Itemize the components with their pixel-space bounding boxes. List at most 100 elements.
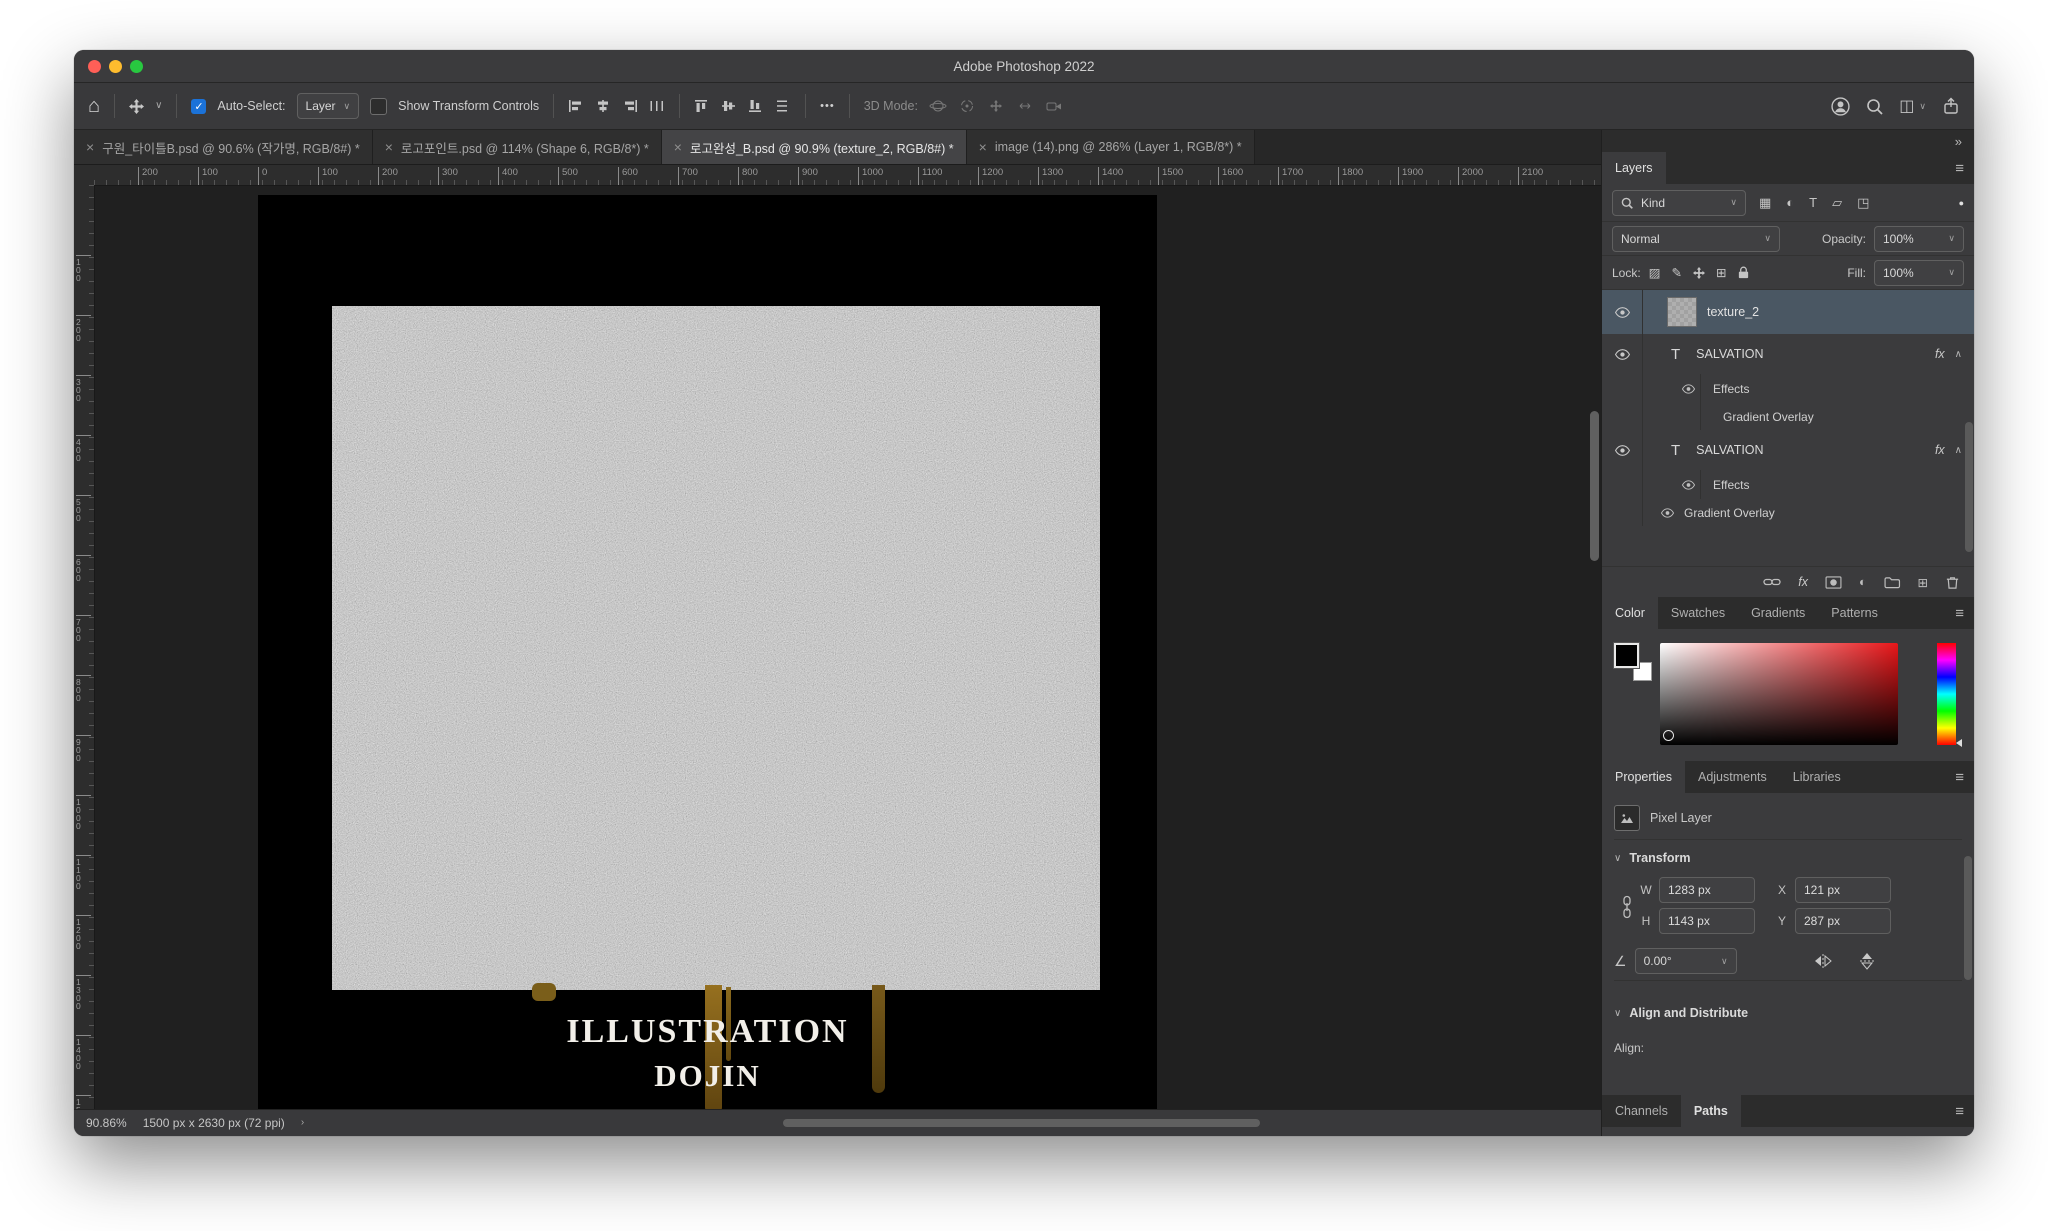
- canvas-vertical-scrollbar[interactable]: [1587, 185, 1601, 1109]
- auto-select-dropdown[interactable]: Layer ∨: [297, 93, 360, 119]
- minimize-window-button[interactable]: [109, 60, 122, 73]
- layer-row-salvation-1[interactable]: T SALVATION fx ∧: [1602, 334, 1974, 374]
- close-tab-icon[interactable]: ×: [86, 140, 94, 154]
- effect-visibility-icon[interactable]: [1661, 508, 1674, 518]
- tab-channels[interactable]: Channels: [1602, 1095, 1681, 1127]
- lock-position-icon[interactable]: [1693, 267, 1705, 279]
- filter-type-layers-icon[interactable]: T: [1809, 195, 1817, 210]
- lock-transparency-icon[interactable]: ▨: [1649, 265, 1661, 280]
- 3d-pan-icon[interactable]: [987, 99, 1005, 113]
- canvas-document[interactable]: ILLUSTRATION DOJIN: [258, 195, 1157, 1109]
- distribute-horizontal-icon[interactable]: [649, 99, 665, 113]
- color-picker-marker[interactable]: [1663, 730, 1674, 741]
- filter-pixel-layers-icon[interactable]: ▦: [1759, 195, 1771, 211]
- opacity-dropdown[interactable]: 100% ∨: [1874, 226, 1964, 252]
- 3d-camera-icon[interactable]: [1045, 99, 1063, 113]
- layer-fx-badge[interactable]: fx: [1935, 443, 1945, 457]
- align-bottom-edges-icon[interactable]: [748, 99, 764, 113]
- document-tab-active[interactable]: × 로고완성_B.psd @ 90.9% (texture_2, RGB/8#)…: [662, 130, 967, 164]
- more-align-options-button[interactable]: •••: [820, 100, 835, 112]
- layer-fx-badge[interactable]: fx: [1935, 347, 1945, 361]
- align-horizontal-centers-icon[interactable]: [595, 99, 611, 113]
- layer-mask-icon[interactable]: [1825, 576, 1842, 589]
- fill-dropdown[interactable]: 100% ∨: [1874, 260, 1964, 286]
- layer-name[interactable]: SALVATION: [1696, 443, 1763, 457]
- filter-shape-layers-icon[interactable]: ▱: [1832, 195, 1842, 211]
- share-icon[interactable]: [1942, 97, 1960, 115]
- effects-label[interactable]: Effects: [1713, 478, 1749, 492]
- color-panel-menu-icon[interactable]: ≡: [1955, 605, 1974, 622]
- tab-paths[interactable]: Paths: [1681, 1095, 1741, 1127]
- align-top-edges-icon[interactable]: [694, 99, 710, 113]
- visibility-cell[interactable]: [1602, 334, 1643, 374]
- document-tab[interactable]: × image (14).png @ 286% (Layer 1, RGB/8*…: [967, 130, 1255, 164]
- width-field[interactable]: 1283 px: [1659, 877, 1755, 903]
- layer-name[interactable]: texture_2: [1707, 305, 1759, 319]
- layer-row-texture-2[interactable]: texture_2: [1602, 290, 1974, 334]
- new-layer-icon[interactable]: ⊞: [1918, 575, 1928, 590]
- collapse-effects-icon[interactable]: ∧: [1955, 445, 1962, 456]
- align-right-edges-icon[interactable]: [622, 99, 638, 113]
- zoom-level[interactable]: 90.86%: [86, 1116, 127, 1130]
- hue-slider-marker[interactable]: [1956, 739, 1962, 747]
- collapse-panels-icon[interactable]: »: [1955, 134, 1962, 149]
- x-field[interactable]: 121 px: [1795, 877, 1891, 903]
- show-transform-checkbox[interactable]: [370, 98, 387, 115]
- tab-properties[interactable]: Properties: [1602, 761, 1685, 793]
- layer-row-effects-1[interactable]: Effects: [1602, 374, 1974, 403]
- properties-scrollbar-thumb[interactable]: [1964, 856, 1972, 980]
- align-vertical-centers-icon[interactable]: [721, 99, 737, 113]
- tab-gradients[interactable]: Gradients: [1738, 597, 1818, 629]
- adjustment-layer-icon[interactable]: ◐: [1859, 575, 1867, 589]
- workspace-chevron-icon[interactable]: ∨: [1919, 102, 1926, 111]
- tab-adjustments[interactable]: Adjustments: [1685, 761, 1780, 793]
- distribute-vertical-icon[interactable]: [775, 99, 791, 113]
- effects-visibility-cell[interactable]: [1643, 470, 1701, 499]
- layer-row-salvation-2[interactable]: T SALVATION fx ∧: [1602, 430, 1974, 470]
- layers-panel-menu-icon[interactable]: ≡: [1955, 160, 1974, 177]
- hue-slider[interactable]: [1937, 643, 1956, 745]
- align-left-edges-icon[interactable]: [568, 99, 584, 113]
- move-tool-chevron-icon[interactable]: ∨: [155, 101, 162, 111]
- horizontal-scrollbar-thumb[interactable]: [783, 1119, 1260, 1127]
- gradient-overlay-label[interactable]: Gradient Overlay: [1723, 410, 1814, 424]
- status-chevron-icon[interactable]: ›: [301, 1118, 304, 1128]
- canvas-viewport[interactable]: ILLUSTRATION DOJIN: [94, 185, 1601, 1109]
- tab-layers[interactable]: Layers: [1602, 152, 1666, 184]
- transform-section-header[interactable]: ∨ Transform: [1614, 840, 1962, 876]
- document-tab[interactable]: × 로고포인트.psd @ 114% (Shape 6, RGB/8*) *: [373, 130, 662, 164]
- delete-layer-icon[interactable]: [1945, 575, 1960, 590]
- layer-row-effects-2[interactable]: Effects: [1602, 470, 1974, 499]
- tab-color[interactable]: Color: [1602, 597, 1658, 629]
- vertical-scrollbar-thumb[interactable]: [1590, 411, 1599, 561]
- align-distribute-section-header[interactable]: ∨ Align and Distribute: [1614, 995, 1962, 1031]
- close-window-button[interactable]: [88, 60, 101, 73]
- tab-swatches[interactable]: Swatches: [1658, 597, 1738, 629]
- 3d-slide-icon[interactable]: [1016, 99, 1034, 113]
- filter-smart-object-icon[interactable]: ◳: [1857, 195, 1869, 211]
- move-tool-icon[interactable]: [129, 99, 144, 114]
- blend-mode-dropdown[interactable]: Normal ∨: [1612, 226, 1780, 252]
- 3d-orbit-icon[interactable]: [929, 99, 947, 113]
- lock-all-icon[interactable]: [1737, 266, 1750, 279]
- bottom-panel-menu-icon[interactable]: ≡: [1955, 1103, 1974, 1120]
- new-group-icon[interactable]: [1884, 576, 1901, 589]
- collapse-effects-icon[interactable]: ∧: [1955, 349, 1962, 360]
- tab-libraries[interactable]: Libraries: [1780, 761, 1854, 793]
- layer-style-icon[interactable]: fx: [1798, 575, 1808, 589]
- tab-patterns[interactable]: Patterns: [1818, 597, 1891, 629]
- filter-toggle-icon[interactable]: ●: [1959, 198, 1964, 208]
- link-layers-icon[interactable]: [1763, 577, 1781, 587]
- visibility-cell[interactable]: [1602, 430, 1643, 470]
- account-icon[interactable]: [1831, 97, 1850, 116]
- layer-thumbnail[interactable]: [1667, 297, 1697, 327]
- lock-artboard-icon[interactable]: ⊞: [1716, 265, 1726, 280]
- effects-label[interactable]: Effects: [1713, 382, 1749, 396]
- close-tab-icon[interactable]: ×: [979, 140, 987, 154]
- visibility-cell[interactable]: [1602, 290, 1643, 334]
- auto-select-checkbox[interactable]: ✓: [191, 99, 206, 114]
- flip-horizontal-icon[interactable]: [1814, 954, 1832, 968]
- layer-filter-kind-dropdown[interactable]: Kind ∨: [1612, 190, 1746, 216]
- layer-row-gradient-overlay-2[interactable]: Gradient Overlay: [1602, 499, 1974, 526]
- document-tab[interactable]: × 구원_타이틀B.psd @ 90.6% (작가명, RGB/8#) *: [74, 130, 373, 164]
